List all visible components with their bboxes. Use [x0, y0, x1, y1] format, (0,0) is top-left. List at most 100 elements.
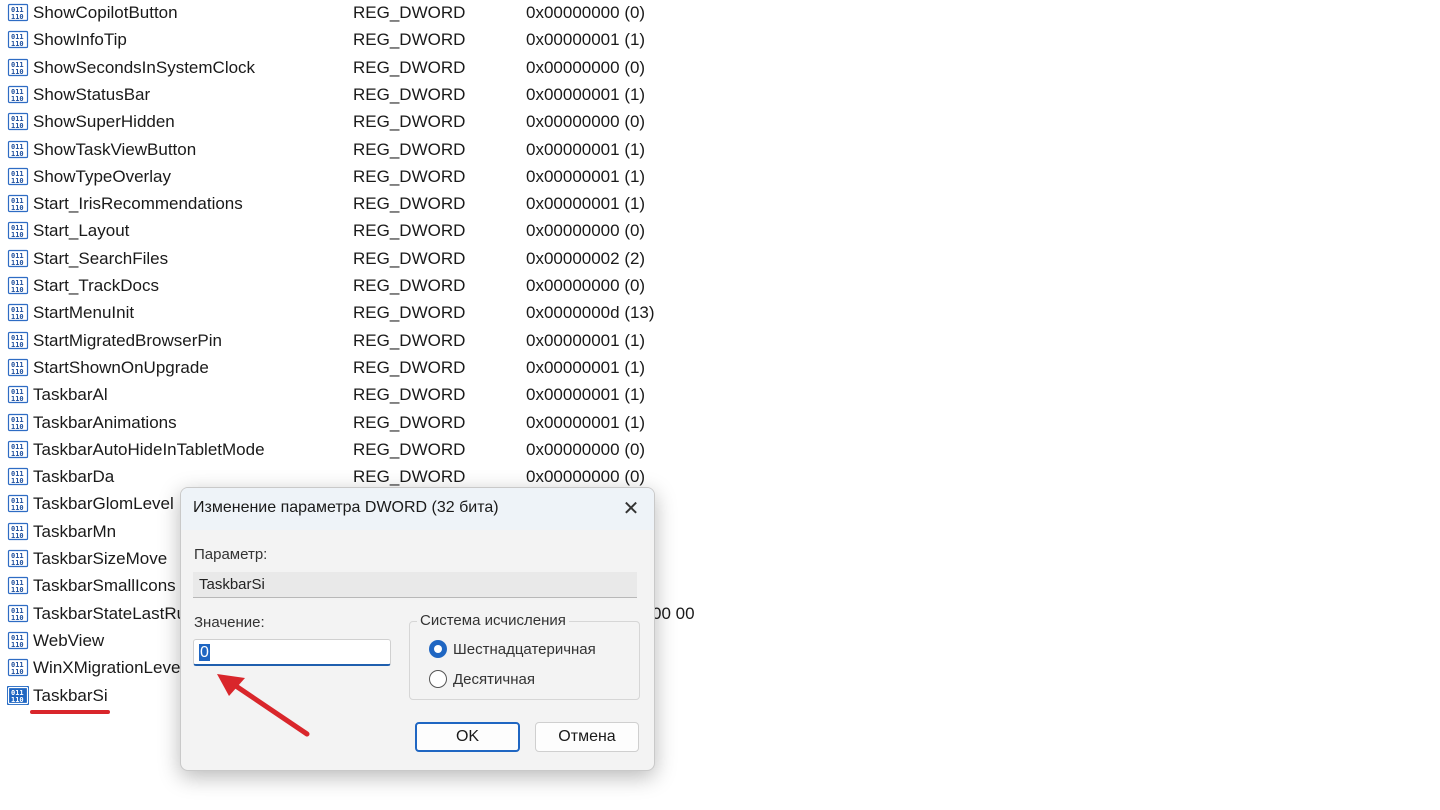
registry-row-data: 0x00000000 (0)	[526, 57, 646, 77]
registry-row[interactable]: 011 110 StartShownOnUpgrade REG_DWORD 0x0000…	[0, 354, 760, 381]
registry-row-data: 0x00000001 (1)	[526, 194, 646, 214]
registry-row-name: ShowTaskViewButton	[33, 139, 197, 159]
value-input[interactable]: 0	[193, 639, 391, 666]
registry-row-name: StartMigratedBrowserPin	[33, 330, 222, 350]
registry-binary-value-icon: 011110	[7, 331, 29, 349]
registry-row-data: 0x00000000 (0)	[526, 276, 646, 295]
radio-hex[interactable]	[429, 640, 447, 658]
registry-row-data: 00 00	[652, 603, 695, 623]
registry-row-type: REG_DWORD	[353, 30, 466, 50]
registry-binary-value-icon: 011110	[7, 31, 29, 49]
svg-text:110: 110	[11, 286, 24, 294]
registry-row-name: TaskbarDa	[33, 467, 115, 487]
registry-row-data: 0x00000001 (1)	[526, 412, 646, 432]
registry-binary-value-icon: 011110	[7, 194, 29, 213]
svg-text:110: 110	[11, 641, 24, 649]
registry-row-name: WinXMigrationLevel	[33, 658, 185, 678]
svg-text:110: 110	[11, 532, 24, 540]
param-name-field: TaskbarSi	[193, 572, 637, 598]
radio-hex-label[interactable]: Шестнадцатеричная	[453, 641, 596, 658]
svg-text:110: 110	[11, 95, 24, 103]
registry-row-type: REG_DWORD	[353, 57, 466, 77]
radio-decimal-label[interactable]: Десятичная	[453, 671, 535, 688]
registry-row-name: TaskbarAnimations	[33, 412, 177, 432]
close-icon[interactable]: ✕	[618, 496, 644, 522]
registry-row[interactable]: 011 110 StartMenuInit REG_DWORD 0x0000000d (…	[0, 299, 760, 326]
radix-group-label: Система исчисления	[417, 612, 569, 629]
svg-text:110: 110	[11, 204, 24, 212]
registry-binary-value-icon: 011110	[7, 604, 29, 622]
radio-decimal[interactable]	[429, 670, 447, 688]
svg-text:110: 110	[11, 559, 24, 567]
registry-binary-value-icon: 011110	[7, 577, 29, 595]
registry-row-name: ShowInfoTip	[33, 30, 127, 50]
param-name-value: TaskbarSi	[199, 576, 265, 593]
cancel-button[interactable]: Отмена	[535, 722, 639, 752]
svg-text:110: 110	[11, 40, 24, 48]
svg-text:110: 110	[11, 313, 24, 321]
param-label: Параметр:	[194, 546, 268, 563]
registry-row[interactable]: 011 110 Start_IrisRecommendations REG_DWORD…	[0, 190, 760, 217]
registry-row-name: TaskbarMn	[33, 521, 117, 541]
svg-text:110: 110	[11, 504, 24, 512]
registry-row-name: TaskbarAutoHideInTabletMode	[33, 439, 265, 459]
registry-binary-value-icon: 011110	[7, 58, 29, 76]
registry-row-type: REG_DWORD	[353, 276, 466, 295]
registry-row-name: ShowSuperHidden	[33, 112, 175, 132]
registry-row-data: 0x00000000 (0)	[526, 439, 646, 459]
registry-row-type: REG_DWORD	[353, 303, 466, 323]
registry-row-type: REG_DWORD	[353, 166, 466, 186]
registry-row[interactable]: 011 110 ShowStatusBar REG_DWORD 0x00000001 (…	[0, 81, 760, 108]
registry-row[interactable]: 011 110 Start_Layout REG_DWORD 0x00000000 (0…	[0, 217, 760, 244]
registry-row-type: REG_DWORD	[353, 248, 466, 268]
svg-text:110: 110	[11, 614, 24, 622]
registry-binary-value-icon: 011110	[7, 386, 29, 404]
registry-row-name: Start_TrackDocs	[33, 276, 159, 295]
registry-binary-value-icon: 011110	[7, 413, 29, 431]
registry-row-type: REG_DWORD	[353, 439, 466, 459]
svg-text:110: 110	[11, 122, 24, 130]
registry-binary-value-icon: 011110	[7, 167, 29, 185]
registry-row-data: 0x0000000d (13)	[526, 303, 655, 323]
registry-row[interactable]: 011 110 Start_SearchFiles REG_DWORD 0x000000…	[0, 245, 760, 272]
dialog-titlebar[interactable]: Изменение параметра DWORD (32 бита) ✕	[181, 488, 654, 530]
registry-row-name: ShowTypeOverlay	[33, 166, 171, 186]
registry-row-name: StartShownOnUpgrade	[33, 357, 209, 377]
registry-row[interactable]: 011 110 TaskbarAnimations REG_DWORD 0x000000…	[0, 409, 760, 436]
registry-row[interactable]: 011 110 ShowSecondsInSystemClock REG_DWORD 0…	[0, 54, 760, 81]
registry-row[interactable]: 011 110 ShowTaskViewButton REG_DWORD 0x00000…	[0, 136, 760, 163]
registry-row[interactable]: 011 110 TaskbarAutoHideInTabletMode REG_DWO…	[0, 436, 760, 463]
registry-binary-value-icon: 011110	[7, 249, 29, 267]
registry-row-name: ShowSecondsInSystemClock	[33, 57, 256, 77]
registry-row-data: 0x00000001 (1)	[526, 330, 646, 350]
registry-row-type: REG_DWORD	[353, 330, 466, 350]
registry-row[interactable]: 011 110 ShowInfoTip REG_DWORD 0x00000001 (1)	[0, 26, 760, 53]
registry-binary-value-icon: 011110	[7, 85, 29, 103]
registry-row-name: Start_IrisRecommendations	[33, 194, 243, 214]
registry-row[interactable]: 011 110 ShowSuperHidden REG_DWORD 0x00000000…	[0, 108, 760, 135]
registry-row[interactable]: 011 110 TaskbarAl REG_DWORD 0x00000001 (1)	[0, 381, 760, 408]
registry-row[interactable]: 011 110 ShowCopilotButton REG_DWORD 0x000000…	[0, 0, 760, 26]
registry-row-data: 0x00000002 (2)	[526, 248, 646, 268]
registry-row-data: 0x00000001 (1)	[526, 385, 646, 405]
registry-row[interactable]: 011 110 StartMigratedBrowserPin REG_DWORD 0x…	[0, 327, 760, 354]
svg-text:110: 110	[11, 13, 24, 21]
registry-row-name: TaskbarGlomLevel	[33, 494, 174, 514]
registry-row-name: TaskbarStateLastRun	[33, 603, 196, 623]
registry-row[interactable]: 011 110 ShowTypeOverlay REG_DWORD 0x00000001…	[0, 163, 760, 190]
highlight-underline	[30, 710, 110, 714]
svg-text:110: 110	[11, 68, 24, 76]
registry-row[interactable]: 011 110 Start_TrackDocs REG_DWORD 0x00000000…	[0, 272, 760, 299]
registry-row-data: 0x00000001 (1)	[526, 84, 646, 104]
radix-groupbox	[409, 621, 640, 700]
registry-row-data: 0x00000001 (1)	[526, 357, 646, 377]
registry-row-name: WebView	[33, 630, 105, 650]
ok-button[interactable]: OK	[415, 722, 520, 752]
registry-row-type: REG_DWORD	[353, 194, 466, 214]
svg-text:110: 110	[11, 368, 24, 376]
svg-text:110: 110	[11, 177, 24, 185]
svg-text:110: 110	[11, 668, 24, 676]
registry-row-data: 0x00000000 (0)	[526, 3, 646, 22]
registry-row-name: ShowCopilotButton	[33, 3, 178, 22]
registry-binary-value-icon: 011110	[7, 685, 29, 705]
